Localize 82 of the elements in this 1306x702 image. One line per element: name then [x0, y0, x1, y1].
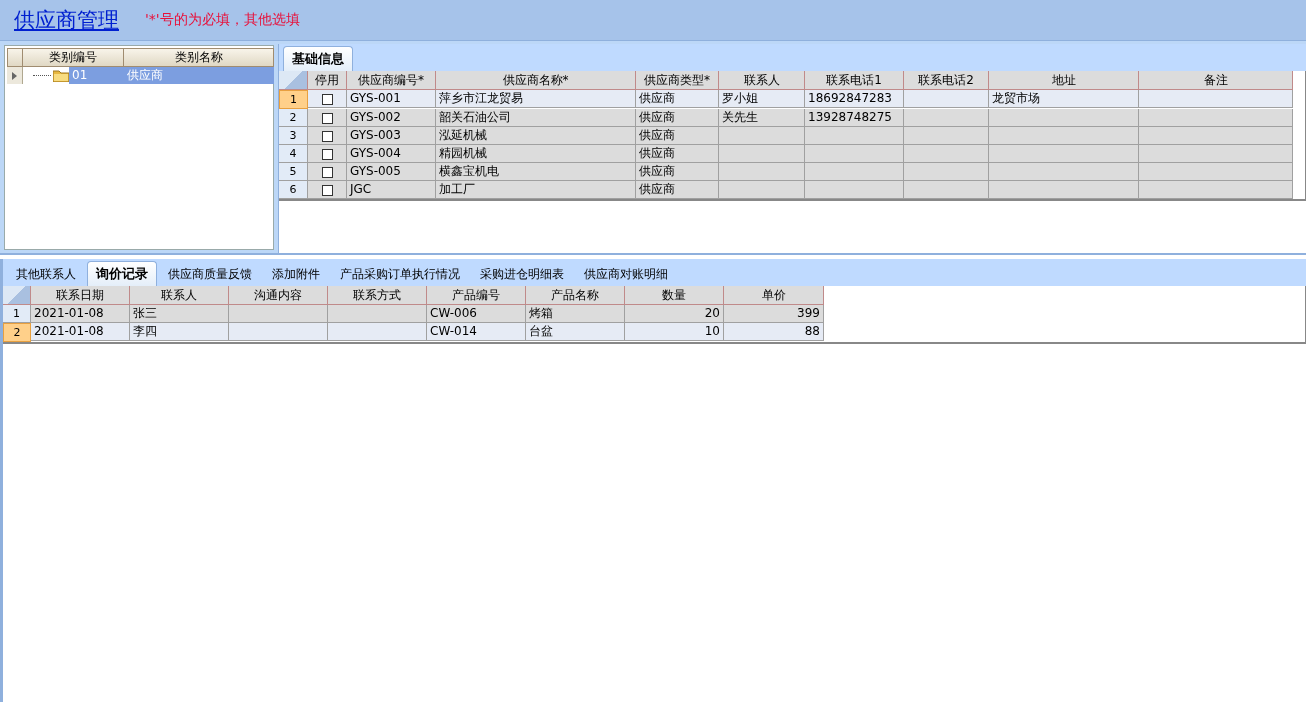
- tab[interactable]: 采购进仓明细表: [471, 262, 573, 286]
- checkbox[interactable]: [321, 94, 333, 105]
- table-cell: 龙贸市场: [989, 90, 1139, 108]
- row-header[interactable]: 1: [279, 90, 308, 109]
- table-cell: 罗小姐: [719, 90, 805, 108]
- table-cell: 2021-01-08: [31, 323, 130, 341]
- tab[interactable]: 其他联系人: [7, 262, 85, 286]
- row-header[interactable]: [7, 67, 23, 84]
- table-cell: GYS-005: [347, 163, 436, 181]
- row-header[interactable]: 6: [279, 181, 308, 199]
- table-cell: GYS-001: [347, 90, 436, 108]
- table-cell: 台盆: [526, 323, 625, 341]
- table-cell: 供应商: [636, 145, 719, 163]
- table-cell: 13928748275: [805, 109, 904, 127]
- column-header[interactable]: 供应商编号*: [347, 71, 436, 90]
- table-cell: 张三: [130, 305, 229, 323]
- table-cell: GYS-002: [347, 109, 436, 127]
- column-header[interactable]: 备注: [1139, 71, 1293, 90]
- row-pointer-icon: [12, 71, 17, 80]
- checkbox[interactable]: [321, 113, 333, 124]
- table-cell: 供应商: [636, 90, 719, 108]
- table-cell: 18692847283: [805, 90, 904, 108]
- table-cell: 10: [625, 323, 724, 341]
- row-header[interactable]: 2: [3, 323, 31, 342]
- table-cell: 供应商: [636, 127, 719, 145]
- tab[interactable]: 产品采购订单执行情况: [331, 262, 469, 286]
- column-header[interactable]: 联系电话1: [805, 71, 904, 90]
- page-title[interactable]: 供应商管理: [14, 6, 119, 34]
- table-cell: JGC: [347, 181, 436, 199]
- table-cell: GYS-003: [347, 127, 436, 145]
- table-cell: 88: [724, 323, 824, 341]
- column-header[interactable]: 联系人: [130, 286, 229, 305]
- column-header[interactable]: 供应商类型*: [636, 71, 719, 90]
- table-cell: 关先生: [719, 109, 805, 127]
- table-cell: 横鑫宝机电: [436, 163, 636, 181]
- tab[interactable]: 供应商对账明细: [575, 262, 677, 286]
- table-cell: CW-014: [427, 323, 526, 341]
- table-cell: 加工厂: [436, 181, 636, 199]
- column-header[interactable]: 供应商名称*: [436, 71, 636, 90]
- column-header[interactable]: 联系电话2: [904, 71, 989, 90]
- tab[interactable]: 询价记录: [87, 261, 157, 286]
- column-header[interactable]: 类别编号: [23, 48, 124, 67]
- column-header[interactable]: 联系日期: [31, 286, 130, 305]
- tab[interactable]: 基础信息: [283, 46, 353, 71]
- column-header[interactable]: 地址: [989, 71, 1139, 90]
- column-header[interactable]: 联系人: [719, 71, 805, 90]
- checkbox[interactable]: [321, 167, 333, 178]
- column-header[interactable]: 停用: [308, 71, 347, 90]
- table-cell: 供应商: [636, 109, 719, 127]
- tab[interactable]: 供应商质量反馈: [159, 262, 261, 286]
- column-header[interactable]: 产品编号: [427, 286, 526, 305]
- table-cell: 泓延机械: [436, 127, 636, 145]
- table-cell: 2021-01-08: [31, 305, 130, 323]
- table-cell: 韶关石油公司: [436, 109, 636, 127]
- column-header[interactable]: 联系方式: [328, 286, 427, 305]
- table-cell: 李四: [130, 323, 229, 341]
- row-header[interactable]: 4: [279, 145, 308, 163]
- table-cell: 烤箱: [526, 305, 625, 323]
- checkbox[interactable]: [321, 149, 333, 160]
- table-cell: 精园机械: [436, 145, 636, 163]
- required-note: '*'号的为必填，其他选填: [145, 11, 300, 29]
- table-cell: 供应商: [636, 181, 719, 199]
- column-header[interactable]: 数量: [625, 286, 724, 305]
- row-header[interactable]: 3: [279, 127, 308, 145]
- folder-icon: [53, 69, 69, 82]
- checkbox[interactable]: [321, 185, 333, 196]
- row-header[interactable]: 1: [3, 305, 31, 323]
- row-header[interactable]: 5: [279, 163, 308, 181]
- column-header[interactable]: 单价: [724, 286, 824, 305]
- column-header[interactable]: 沟通内容: [229, 286, 328, 305]
- checkbox[interactable]: [321, 131, 333, 142]
- table-cell: 20: [625, 305, 724, 323]
- column-header[interactable]: 类别名称: [124, 48, 274, 67]
- table-cell: GYS-004: [347, 145, 436, 163]
- table-cell: 399: [724, 305, 824, 323]
- table-cell: 供应商: [636, 163, 719, 181]
- row-header[interactable]: 2: [279, 109, 308, 127]
- table-cell: 萍乡市江龙贸易: [436, 90, 636, 108]
- table-cell: CW-006: [427, 305, 526, 323]
- tab[interactable]: 添加附件: [263, 262, 329, 286]
- column-header[interactable]: 产品名称: [526, 286, 625, 305]
- corner-header: [7, 48, 23, 67]
